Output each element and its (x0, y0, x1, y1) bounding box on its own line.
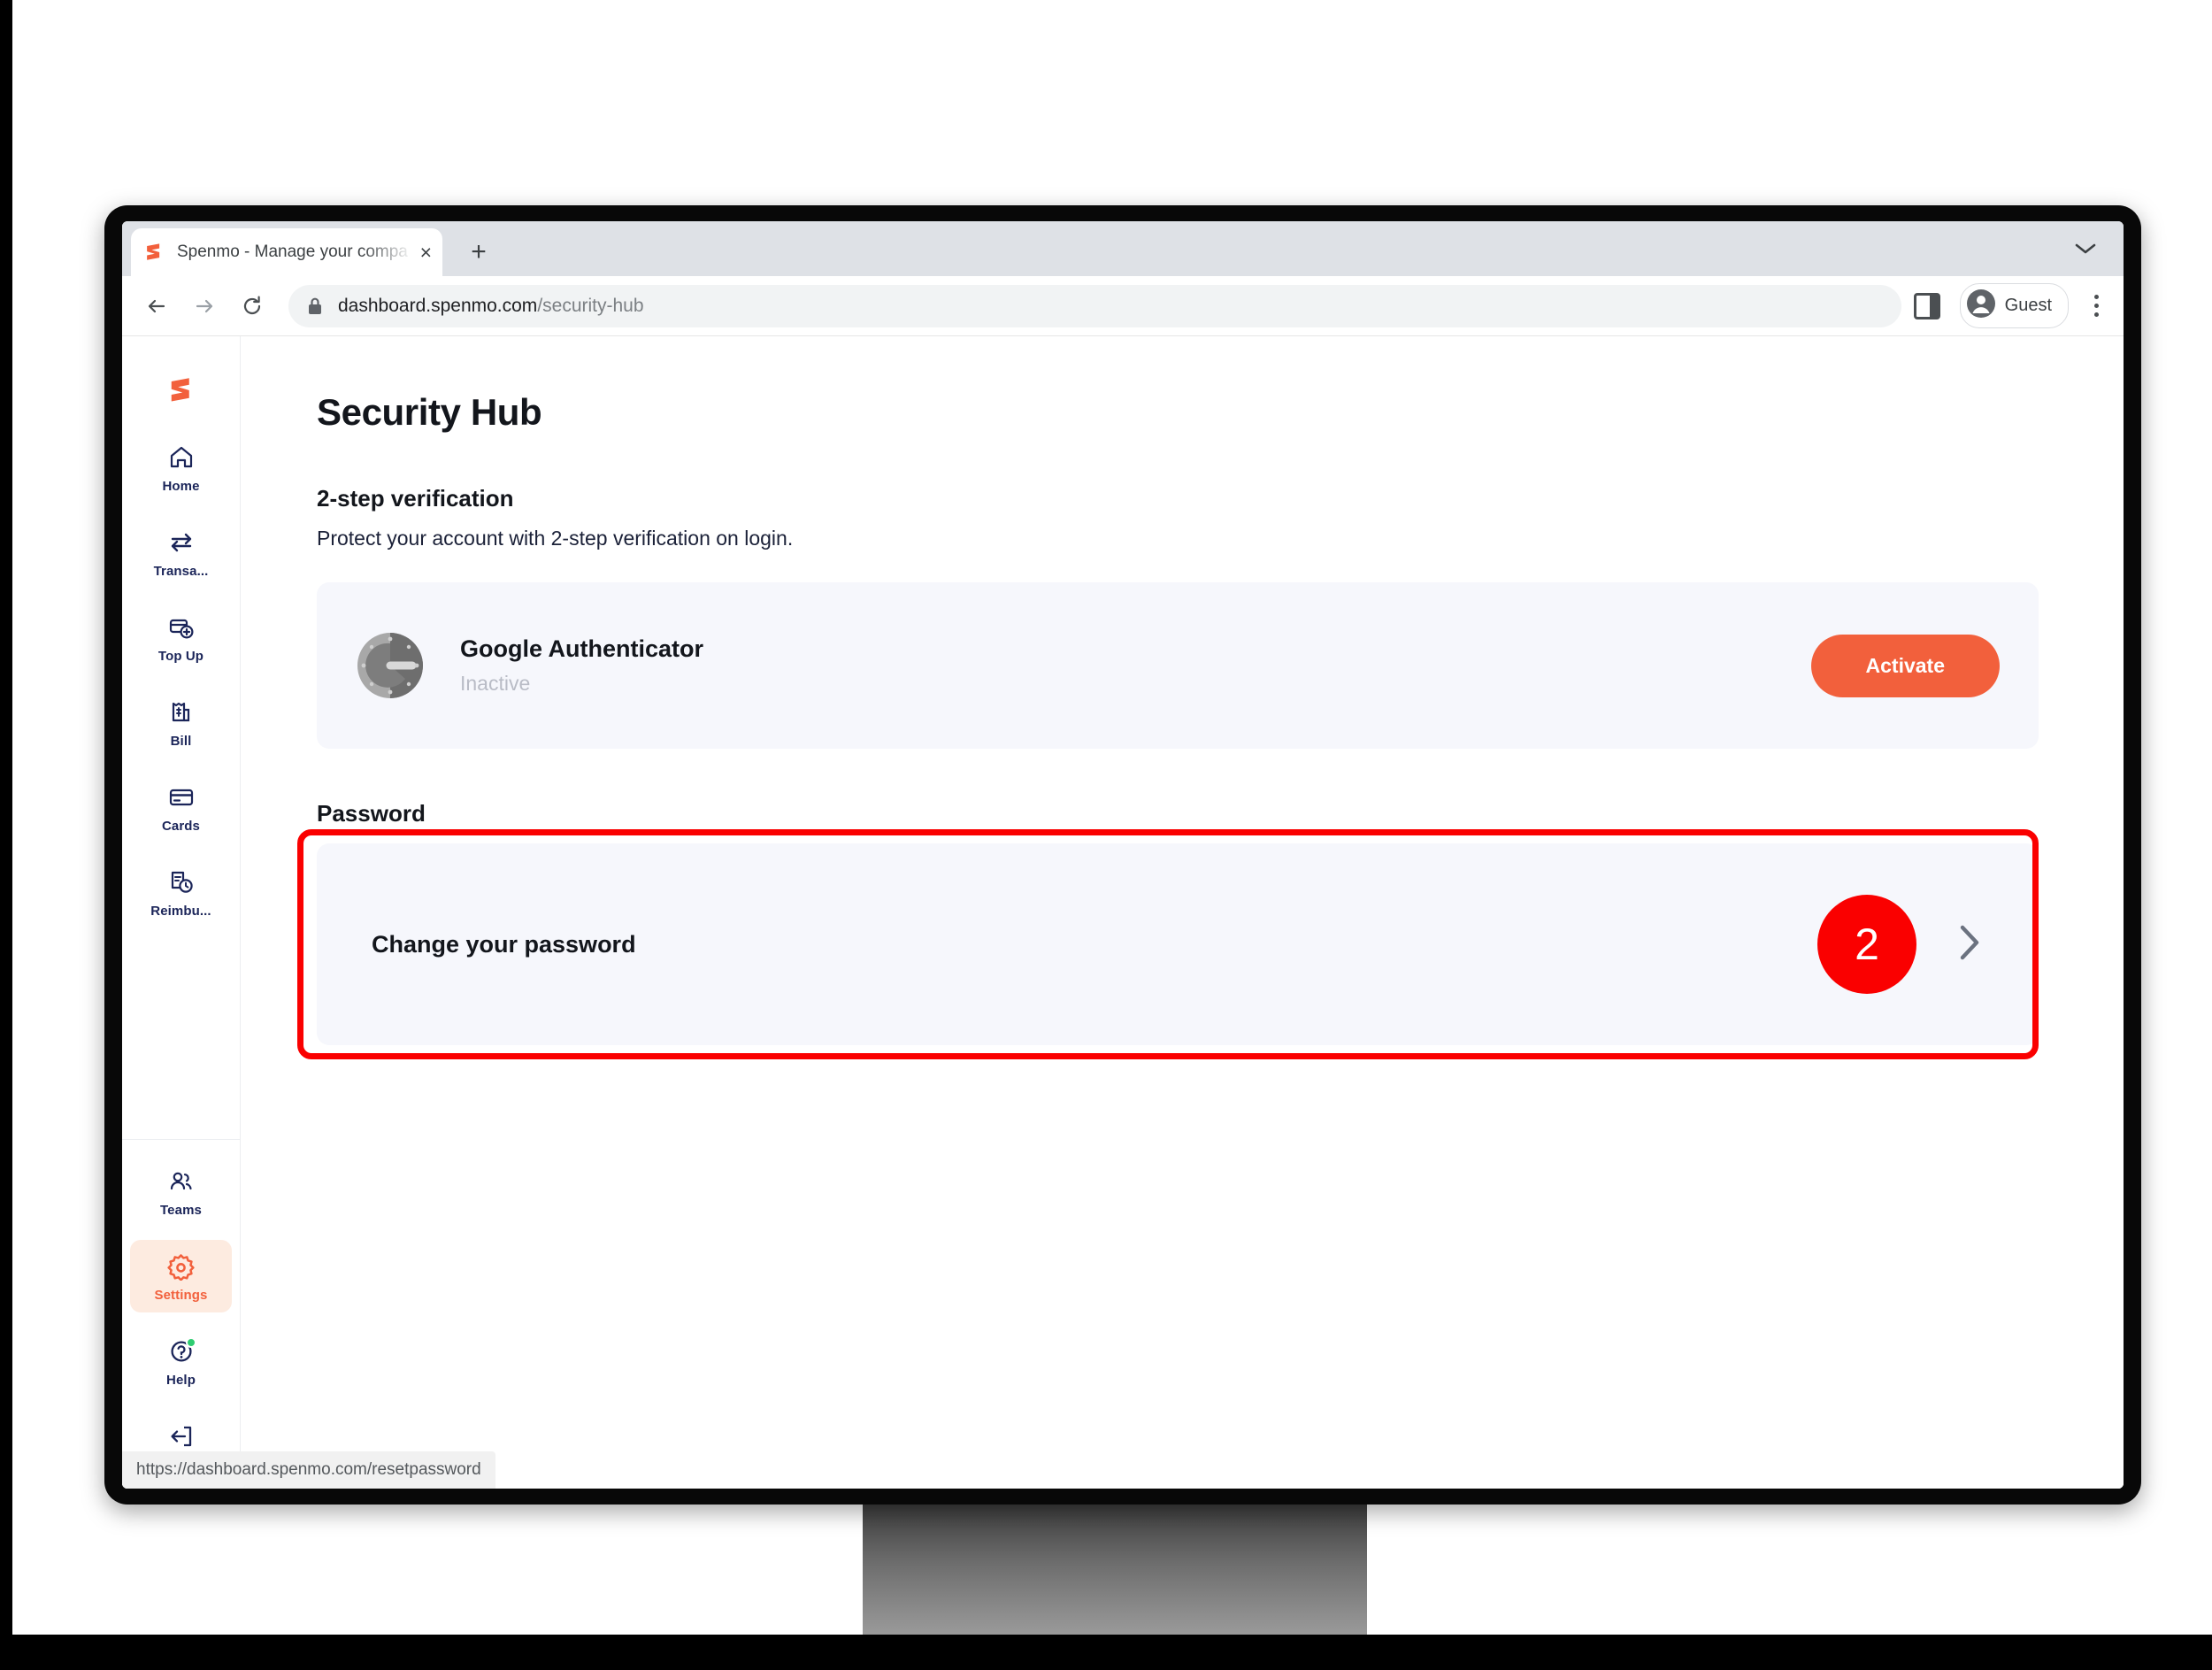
image-left-edge (0, 0, 12, 1670)
browser-tab[interactable]: Spenmo - Manage your compa × (131, 228, 442, 276)
image-bottom-edge (0, 1635, 2212, 1670)
app-shell: Home Transa... Top Up Bill Cards Reimbu.… (122, 336, 2124, 1489)
home-icon (166, 443, 196, 473)
statusbar-url: https://dashboard.spenmo.com/resetpasswo… (136, 1460, 481, 1479)
chevron-down-icon[interactable] (2070, 235, 2101, 262)
sidebar-item-label: Settings (154, 1288, 208, 1303)
top-up-icon (166, 612, 196, 643)
annotation-step-badge: 2 (1817, 895, 1916, 994)
reload-icon[interactable] (232, 286, 273, 327)
sidebar-item-teams[interactable]: Teams (130, 1155, 232, 1227)
sidebar: Home Transa... Top Up Bill Cards Reimbu.… (122, 336, 241, 1489)
sidebar-item-label: Reimbu... (150, 904, 211, 919)
monitor-stand (863, 1505, 1367, 1635)
spenmo-logo-icon (142, 240, 166, 265)
monitor-screen: Spenmo - Manage your compa × + dashboard… (122, 221, 2124, 1489)
chevron-right-icon[interactable] (1954, 920, 1984, 969)
status-badge: Inactive (460, 672, 531, 695)
two-step-description: Protect your account with 2-step verific… (317, 527, 794, 550)
google-authenticator-card: Google Authenticator Inactive Activate (317, 582, 2039, 749)
sidebar-nav-secondary: Teams Settings Help (122, 1149, 240, 1489)
page-title: Security Hub (317, 391, 542, 433)
sidebar-item-help[interactable]: Help (130, 1325, 232, 1397)
sidebar-logo[interactable] (122, 356, 240, 425)
sidebar-item-label: Teams (160, 1203, 202, 1218)
side-panel-icon[interactable] (1913, 292, 1940, 319)
password-heading: Password (317, 800, 426, 827)
sidebar-divider (122, 1139, 240, 1140)
teams-icon (166, 1166, 196, 1197)
provider-name: Google Authenticator (460, 635, 703, 662)
monitor-frame: Spenmo - Manage your compa × + dashboard… (104, 205, 2141, 1505)
change-password-row[interactable]: Change your password 2 (317, 843, 2039, 1045)
sidebar-item-label: Help (166, 1373, 196, 1388)
sidebar-item-label: Top Up (157, 649, 204, 664)
sidebar-item-label: Transa... (153, 564, 209, 579)
sidebar-item-settings[interactable]: Settings (130, 1240, 232, 1312)
forward-icon[interactable] (184, 286, 225, 327)
sidebar-item-label: Bill (170, 734, 192, 749)
reimbursement-icon (166, 867, 196, 897)
sidebar-item-reimbursement[interactable]: Reimbu... (130, 856, 232, 928)
address-bar-text: dashboard.spenmo.com/security-hub (338, 296, 644, 317)
sidebar-item-cards[interactable]: Cards (130, 771, 232, 843)
change-password-label: Change your password (372, 930, 636, 958)
transfer-icon (166, 527, 196, 558)
activate-button[interactable]: Activate (1810, 634, 2000, 697)
tab-close-icon[interactable]: × (413, 242, 432, 263)
avatar-icon (1966, 289, 1996, 323)
help-badge-dot (185, 1337, 196, 1348)
main-content: Security Hub 2-step verification Protect… (241, 336, 2124, 1489)
address-bar[interactable]: dashboard.spenmo.com/security-hub (288, 284, 1901, 327)
logout-icon (166, 1421, 196, 1451)
back-icon[interactable] (136, 286, 177, 327)
sidebar-item-home[interactable]: Home (130, 431, 232, 504)
sidebar-item-transactions[interactable]: Transa... (130, 516, 232, 589)
sidebar-item-label: Home (162, 479, 200, 494)
url-path: /security-hub (537, 295, 644, 316)
help-icon (166, 1336, 196, 1366)
profile-label: Guest (2004, 296, 2052, 315)
card-icon (166, 782, 196, 812)
screenshot-stage: Spenmo - Manage your compa × + dashboard… (0, 0, 2212, 1670)
toolbar-right-group: Guest (1913, 283, 2109, 328)
sidebar-item-label: Cards (161, 819, 201, 834)
google-authenticator-icon (356, 631, 425, 700)
sidebar-item-bill[interactable]: Bill (130, 686, 232, 758)
browser-statusbar: https://dashboard.spenmo.com/resetpasswo… (122, 1451, 495, 1489)
bill-icon (166, 697, 196, 727)
url-domain: dashboard.spenmo.com (338, 295, 538, 316)
browser-tab-title: Spenmo - Manage your compa (177, 242, 408, 261)
google-authenticator-text: Google Authenticator Inactive (460, 635, 1811, 696)
profile-button[interactable]: Guest (1959, 283, 2069, 328)
browser-menu-icon[interactable] (2083, 295, 2109, 317)
sidebar-item-topup[interactable]: Top Up (130, 601, 232, 673)
new-tab-button[interactable]: + (460, 234, 497, 271)
password-section: Change your password 2 (297, 829, 2039, 1059)
sidebar-nav-primary: Home Transa... Top Up Bill Cards Reimbu.… (122, 425, 240, 935)
browser-tabstrip: Spenmo - Manage your compa × + (122, 221, 2124, 276)
browser-toolbar: dashboard.spenmo.com/security-hub Guest (122, 276, 2124, 336)
gear-icon (166, 1251, 196, 1281)
two-step-heading: 2-step verification (317, 485, 514, 512)
lock-icon (306, 296, 324, 316)
